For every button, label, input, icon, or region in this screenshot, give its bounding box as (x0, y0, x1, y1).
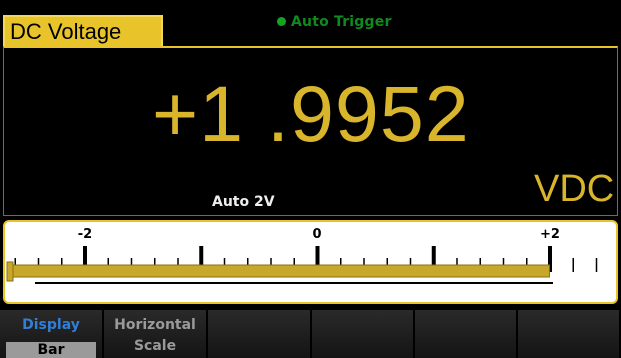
trigger-status-label: Auto Trigger (291, 14, 392, 30)
softkey-6[interactable] (518, 310, 621, 358)
bar-level (9, 264, 550, 278)
softkey-5[interactable] (415, 310, 518, 358)
bar-graph-panel: -2 0 +2 (3, 220, 618, 304)
top-bar: DC Voltage Auto Trigger (0, 0, 621, 46)
softkey-3[interactable] (208, 310, 312, 358)
bar-graph: -2 0 +2 (6, 227, 598, 284)
softkey-1[interactable]: Display Bar (0, 310, 104, 358)
softkey-value: Bar (6, 342, 96, 358)
scale-label-min: -2 (78, 227, 92, 242)
measurement-reading: +1 .9952 (152, 69, 470, 158)
softkey-4[interactable] (312, 310, 415, 358)
scale-label-max: +2 (540, 227, 560, 242)
softkey-subtitle: Scale (133, 338, 177, 354)
bar-start-cap (6, 261, 14, 282)
measurement-mode-tab[interactable]: DC Voltage (3, 15, 163, 46)
softkey-title: Display (22, 317, 80, 333)
scale-label-zero: 0 (312, 227, 321, 242)
softkey-title: Horizontal (114, 317, 196, 333)
main-display: +1 .9952 Auto 2V VDC (3, 46, 618, 216)
unit-label: VDC (534, 168, 615, 210)
range-indicator: Auto 2V (212, 194, 275, 210)
trigger-status: Auto Trigger (277, 14, 392, 30)
softkey-2[interactable]: Horizontal Scale (104, 310, 208, 358)
trigger-indicator-icon (277, 17, 286, 26)
